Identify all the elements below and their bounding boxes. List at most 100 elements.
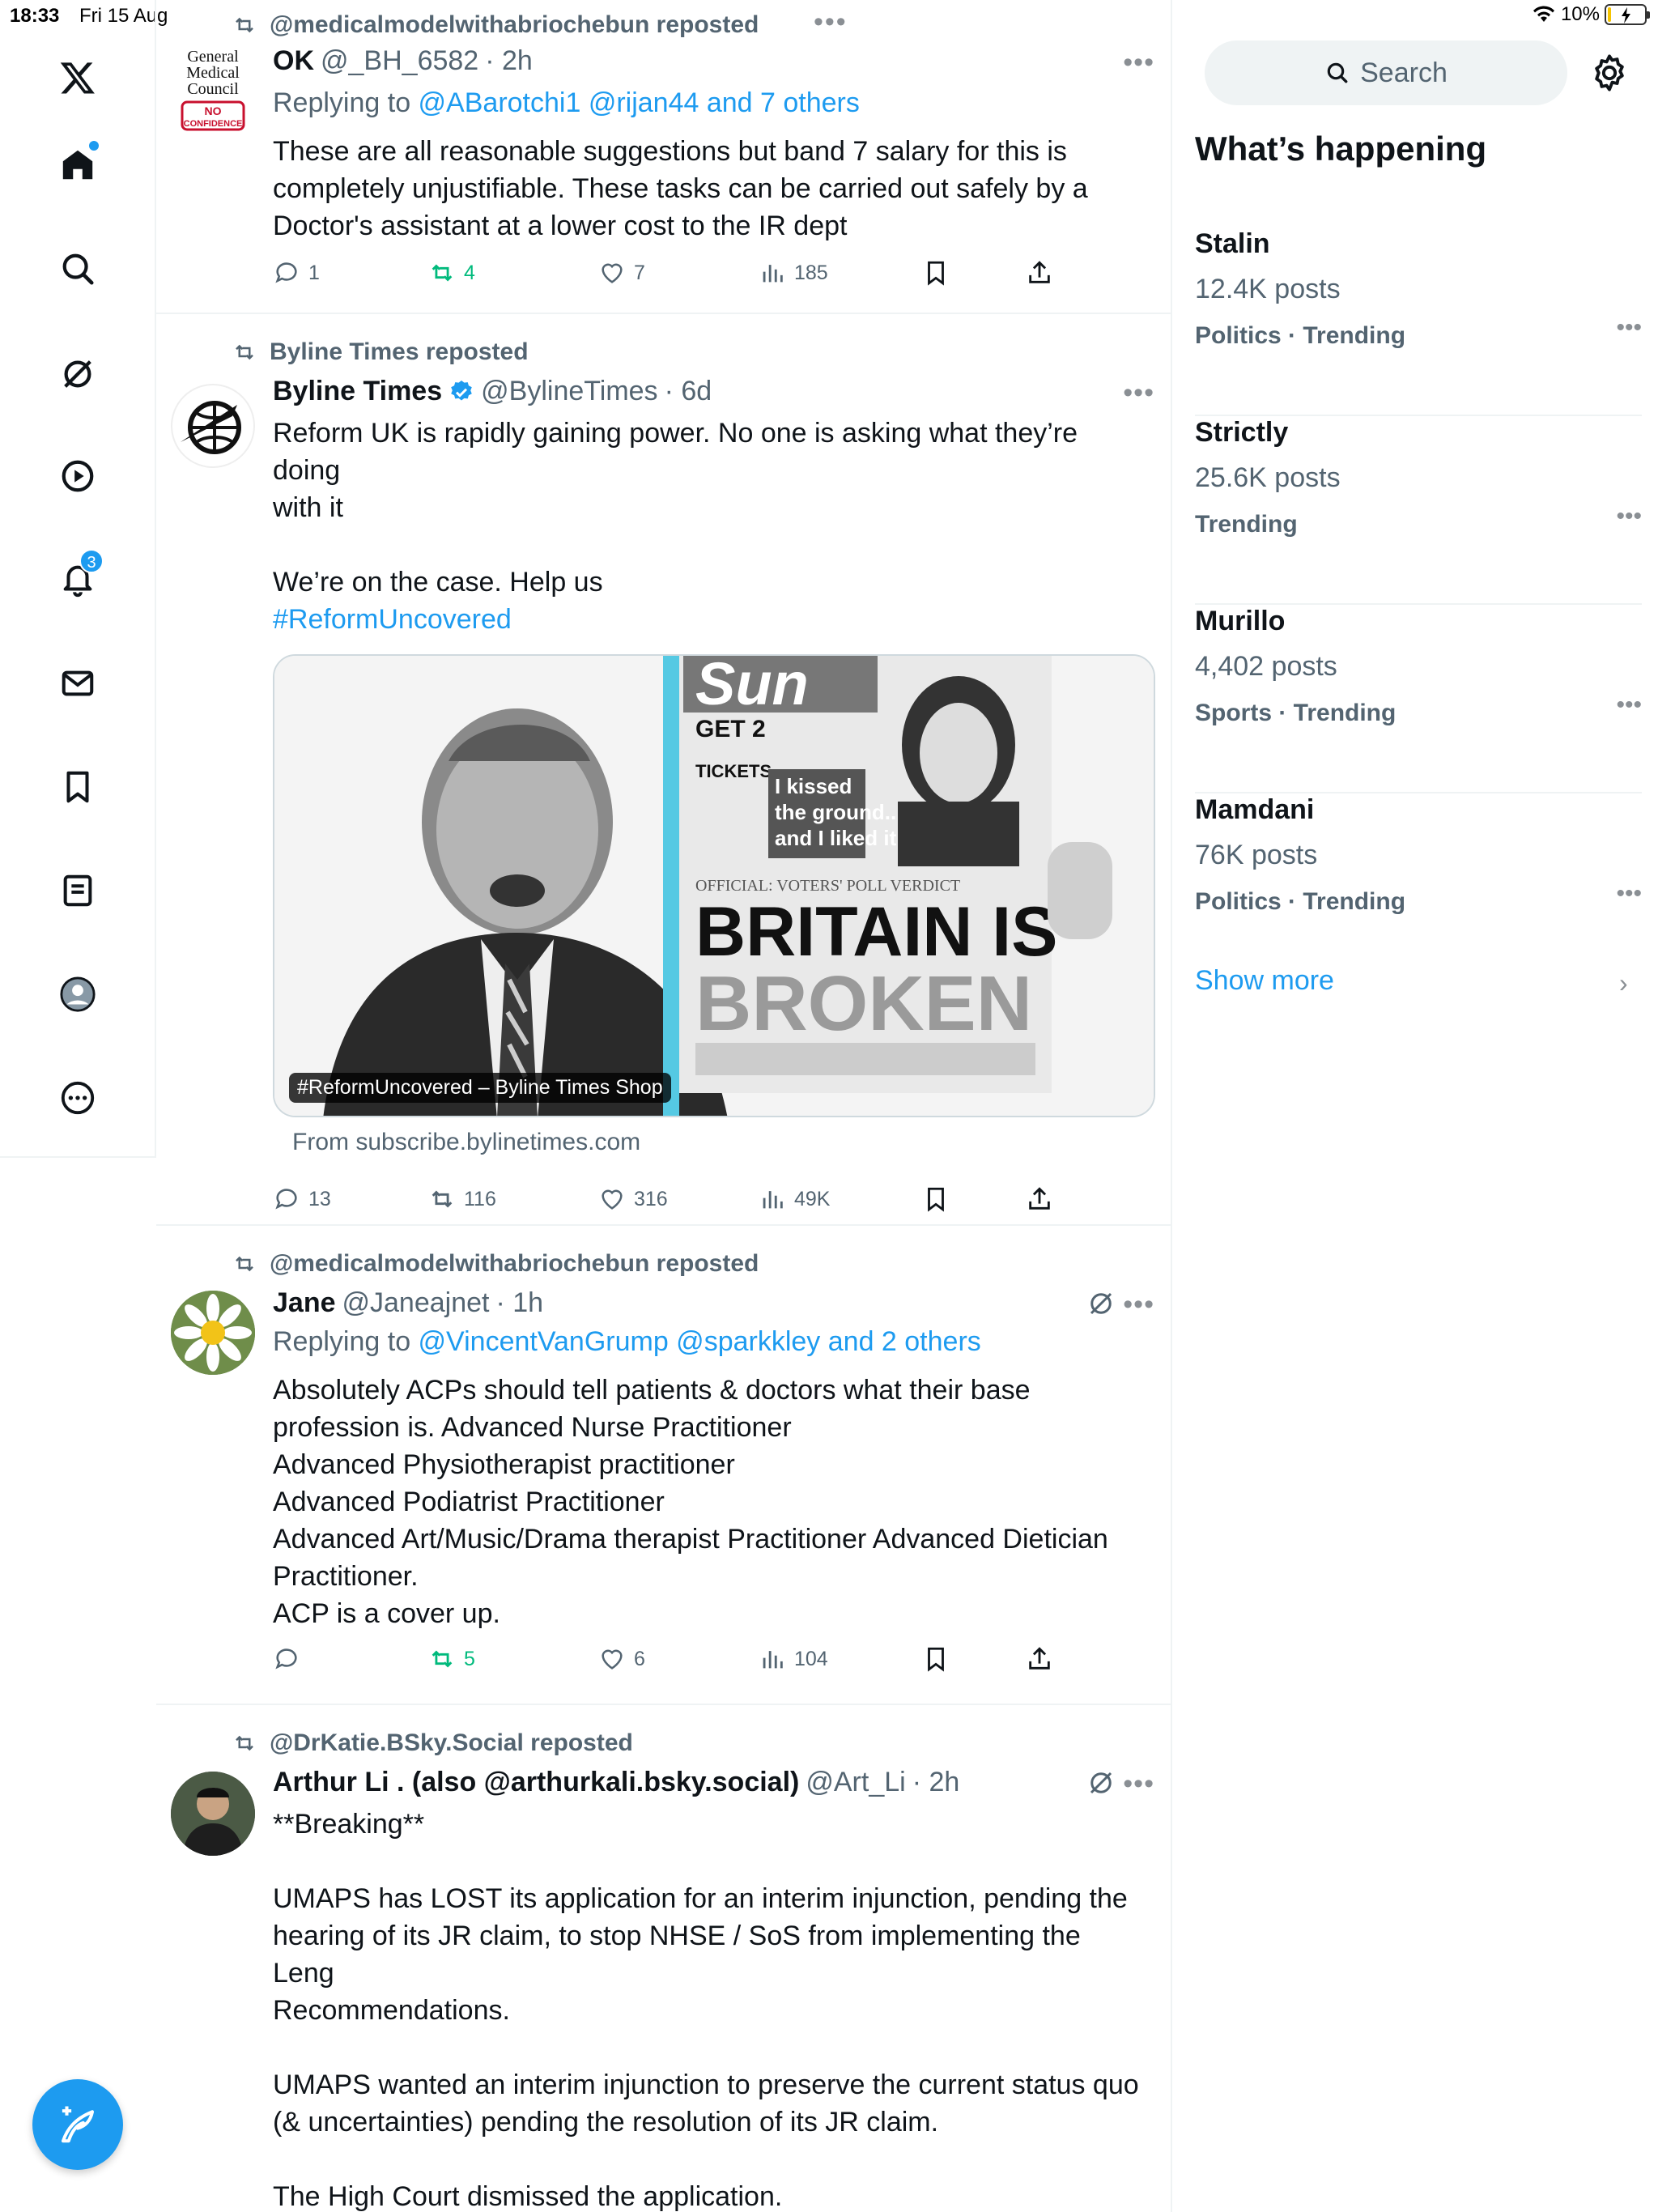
- grok-icon[interactable]: [53, 350, 102, 398]
- trend-item[interactable]: Mamdani 76K posts Politics · Trending ••…: [1195, 794, 1642, 982]
- repost-label: Byline Times reposted: [270, 338, 529, 365]
- tweet-more-button[interactable]: •••: [1123, 1289, 1154, 1321]
- tweet-more-button[interactable]: •••: [1123, 377, 1154, 409]
- avatar[interactable]: [171, 1772, 255, 1856]
- more-options-icon[interactable]: [53, 1074, 102, 1122]
- status-right: 10%: [1532, 3, 1650, 26]
- x-logo-icon[interactable]: [53, 53, 102, 102]
- whats-happening-heading: What’s happening: [1195, 130, 1487, 168]
- timeline-feed: @medicalmodelwithabriochebun reposted Ge…: [156, 0, 1172, 2212]
- reply-button[interactable]: 13: [273, 1185, 331, 1213]
- show-more-link[interactable]: Show more: [1195, 965, 1334, 997]
- views-button[interactable]: 49K: [759, 1185, 830, 1213]
- share-button[interactable]: [1026, 1645, 1053, 1673]
- bookmark-button[interactable]: [922, 1185, 950, 1213]
- replying-to: Replying to @VincentVanGrump @sparkkley …: [273, 1326, 981, 1357]
- card-source[interactable]: From subscribe.bylinetimes.com: [292, 1129, 640, 1156]
- repost-label: @DrKatie.BSky.Social reposted: [270, 1729, 633, 1756]
- repost-button[interactable]: 116: [428, 1185, 496, 1213]
- trend-item[interactable]: Murillo 4,402 posts Sports · Trending ••…: [1195, 606, 1642, 793]
- reply-icon: [275, 262, 297, 283]
- author-name[interactable]: OK: [273, 45, 314, 77]
- repost-button[interactable]: 5: [428, 1645, 475, 1673]
- repost-small-icon: [236, 17, 253, 33]
- search-input[interactable]: Search: [1205, 40, 1567, 105]
- heart-icon: [602, 1189, 623, 1210]
- lists-icon[interactable]: [53, 866, 102, 915]
- avatar[interactable]: [171, 384, 255, 468]
- author-handle[interactable]: @_BH_6582: [321, 45, 478, 77]
- svg-text:GET 2: GET 2: [695, 716, 766, 742]
- reply-count: 1: [308, 261, 320, 284]
- trend-item[interactable]: Stalin 12.4K posts Politics · Trending •…: [1195, 228, 1642, 416]
- grok-explain-icon[interactable]: [1086, 1768, 1116, 1797]
- author-handle[interactable]: @Art_Li: [806, 1767, 905, 1798]
- tweet-time[interactable]: · 2h: [485, 45, 533, 77]
- tweet-more-button[interactable]: •••: [1123, 1768, 1154, 1800]
- reply-icon: [275, 1648, 297, 1670]
- search-nav-icon[interactable]: [53, 245, 102, 293]
- messages-icon[interactable]: [53, 659, 102, 708]
- bookmark-button[interactable]: [922, 259, 950, 287]
- avatar[interactable]: [171, 1291, 255, 1375]
- views-button[interactable]: 104: [759, 1645, 828, 1673]
- compose-feather-icon: [61, 2106, 95, 2143]
- svg-text:Council: Council: [187, 80, 239, 98]
- tweet[interactable]: Byline Times reposted Byline Times @Byli…: [156, 314, 1171, 1226]
- reply-button[interactable]: [273, 1645, 308, 1673]
- trend-meta: Politics · Trending: [1195, 888, 1406, 915]
- trend-item[interactable]: Strictly 25.6K posts Trending •••: [1195, 417, 1642, 605]
- trend-more-button[interactable]: •••: [1616, 880, 1642, 908]
- trend-more-button[interactable]: •••: [1616, 691, 1642, 719]
- bookmark-button[interactable]: [922, 1645, 950, 1673]
- trend-title: Mamdani: [1195, 794, 1315, 825]
- author-handle[interactable]: @Janeajnet: [342, 1287, 490, 1319]
- tweet-time[interactable]: · 1h: [495, 1287, 543, 1319]
- author-name[interactable]: Arthur Li . (also @arthurkali.bsky.socia…: [273, 1767, 799, 1798]
- views-button[interactable]: 185: [759, 259, 828, 287]
- trend-more-button[interactable]: •••: [1616, 314, 1642, 342]
- home-icon[interactable]: [53, 141, 102, 189]
- author-name[interactable]: Byline Times: [273, 376, 442, 407]
- like-button[interactable]: 7: [598, 259, 645, 287]
- svg-text:BRITAIN IS: BRITAIN IS: [695, 893, 1058, 971]
- compose-post-button[interactable]: [32, 2079, 123, 2170]
- repost-count: 5: [464, 1647, 475, 1670]
- trend-meta: Sports · Trending: [1195, 700, 1397, 726]
- gear-icon[interactable]: [1588, 52, 1630, 94]
- tweet[interactable]: @DrKatie.BSky.Social reposted Arthur Li …: [156, 1705, 1171, 2212]
- like-count: 7: [634, 261, 645, 284]
- tweet-time[interactable]: · 6d: [665, 376, 712, 407]
- home-unread-dot: [89, 141, 99, 151]
- notifications-icon[interactable]: 3: [53, 549, 104, 604]
- replying-to-links[interactable]: @ABarotchi1 @rijan44 and 7 others: [419, 87, 860, 118]
- bookmark-icon: [928, 1647, 944, 1672]
- profile-avatar-icon[interactable]: [53, 970, 102, 1019]
- grok-explain-icon[interactable]: [1086, 1289, 1116, 1318]
- trend-more-button[interactable]: •••: [1616, 503, 1642, 530]
- tweet-time[interactable]: · 2h: [912, 1767, 960, 1798]
- link-card[interactable]: Sun GET 2 TICKETS I kissed the ground...…: [273, 654, 1155, 1117]
- repost-button[interactable]: 4: [428, 259, 475, 287]
- like-button[interactable]: 6: [598, 1645, 645, 1673]
- bookmarks-icon[interactable]: [53, 763, 102, 811]
- share-button[interactable]: [1026, 1185, 1053, 1213]
- heart-icon: [602, 1649, 623, 1670]
- tweet-more-button[interactable]: •••: [1123, 47, 1154, 79]
- hashtag-link[interactable]: #ReformUncovered: [273, 601, 1147, 638]
- reply-button[interactable]: 1: [273, 259, 320, 287]
- tweet[interactable]: @medicalmodelwithabriochebun reposted Ge…: [156, 0, 1171, 314]
- repost-indicator: @medicalmodelwithabriochebun reposted: [232, 1250, 759, 1278]
- heart-icon: [602, 263, 623, 283]
- trend-count: 12.4K posts: [1195, 274, 1341, 304]
- avatar[interactable]: General Medical Council NO CONFIDENCE: [171, 49, 255, 133]
- replying-to-links[interactable]: @VincentVanGrump @sparkkley and 2 others: [419, 1326, 981, 1357]
- card-label: #ReformUncovered – Byline Times Shop: [289, 1073, 671, 1103]
- tweet[interactable]: @medicalmodelwithabriochebun reposted Ja…: [156, 1226, 1171, 1705]
- like-button[interactable]: 316: [598, 1185, 668, 1213]
- author-name[interactable]: Jane: [273, 1287, 336, 1319]
- repost-small-icon: [236, 344, 253, 360]
- author-handle[interactable]: @BylineTimes: [481, 376, 657, 407]
- video-icon[interactable]: [53, 452, 102, 500]
- share-button[interactable]: [1026, 259, 1053, 287]
